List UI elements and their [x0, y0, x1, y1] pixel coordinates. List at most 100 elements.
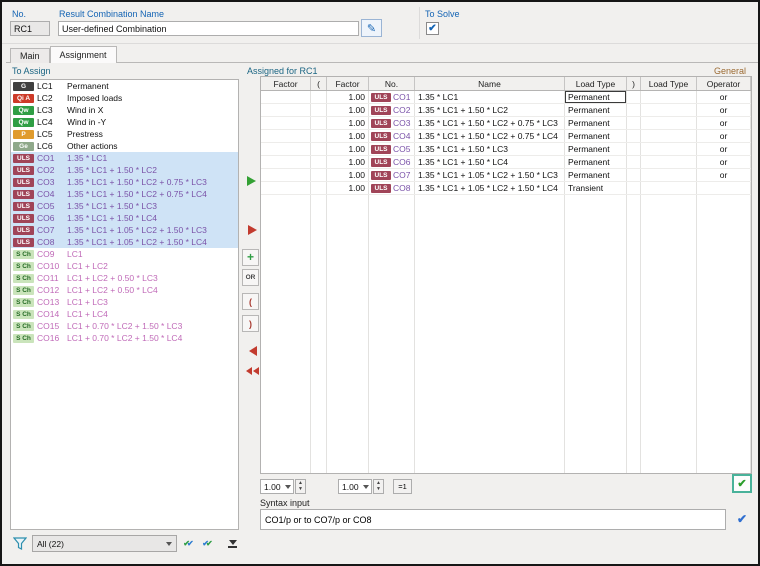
- to-assign-item-co10[interactable]: S ChCO10LC1 + LC2: [11, 260, 238, 272]
- assigned-row-co2[interactable]: 1.00ULSCO21.35 * LC1 + 1.50 * LC2Permane…: [261, 104, 751, 117]
- apply-button[interactable]: ✔: [732, 474, 752, 493]
- name-cell: 1.35 * LC1 + 1.50 * LC4: [415, 156, 565, 168]
- add-button[interactable]: +: [242, 249, 259, 266]
- case-id: CO16: [37, 333, 67, 343]
- load-type-cell[interactable]: Permanent: [565, 143, 627, 155]
- check-all-button[interactable]: ✔✔: [180, 536, 197, 552]
- open-paren-button[interactable]: (: [242, 293, 259, 310]
- to-assign-item-lc3[interactable]: QwLC3Wind in X: [11, 104, 238, 116]
- combination-id: CO3: [393, 118, 410, 128]
- assign-right-button[interactable]: [245, 223, 259, 237]
- pencil-icon: ✎: [367, 22, 376, 35]
- open-paren-cell: [311, 117, 327, 129]
- to-assign-item-co11[interactable]: S ChCO11LC1 + LC2 + 0.50 * LC3: [11, 272, 238, 284]
- invert-selection-button[interactable]: ✔✔: [199, 536, 216, 552]
- factor-right-spinner[interactable]: 1.00: [338, 479, 372, 494]
- to-assign-item-lc1[interactable]: GLC1Permanent: [11, 80, 238, 92]
- to-assign-item-co4[interactable]: ULSCO41.35 * LC1 + 1.50 * LC2 + 0.75 * L…: [11, 188, 238, 200]
- load-type-cell[interactable]: Permanent: [565, 104, 627, 116]
- remove-button[interactable]: [247, 345, 259, 357]
- assigned-row-co3[interactable]: 1.00ULSCO31.35 * LC1 + 1.50 * LC2 + 0.75…: [261, 117, 751, 130]
- case-id: CO7: [37, 225, 67, 235]
- case-id: CO4: [37, 189, 67, 199]
- to-assign-item-co7[interactable]: ULSCO71.35 * LC1 + 1.05 * LC2 + 1.50 * L…: [11, 224, 238, 236]
- operator-cell: or: [697, 169, 751, 181]
- open-paren-cell: [311, 104, 327, 116]
- combination-id: CO8: [393, 183, 410, 193]
- or-label: OR: [246, 274, 256, 281]
- category-badge-sch: S Ch: [13, 334, 34, 343]
- to-assign-title: To Assign: [12, 66, 51, 76]
- to-assign-item-co16[interactable]: S ChCO16LC1 + 0.70 * LC2 + 1.50 * LC4: [11, 332, 238, 344]
- green-arrow-right-icon: [247, 176, 256, 186]
- to-assign-item-co14[interactable]: S ChCO14LC1 + LC4: [11, 308, 238, 320]
- table-filler-cell: [565, 195, 627, 473]
- to-solve-checkbox[interactable]: ✔: [426, 22, 439, 35]
- open-paren-cell: [311, 130, 327, 142]
- scroll-to-bottom-button[interactable]: [224, 536, 241, 552]
- to-assign-item-co5[interactable]: ULSCO51.35 * LC1 + 1.50 * LC3: [11, 200, 238, 212]
- assigned-row-co1[interactable]: 1.00ULSCO11.35 * LC1Permanentor: [261, 91, 751, 104]
- case-id: CO14: [37, 309, 67, 319]
- remove-all-button[interactable]: [243, 365, 261, 377]
- to-assign-item-co12[interactable]: S ChCO12LC1 + LC2 + 0.50 * LC4: [11, 284, 238, 296]
- to-assign-item-co1[interactable]: ULSCO11.35 * LC1: [11, 152, 238, 164]
- assigned-row-co7[interactable]: 1.00ULSCO71.35 * LC1 + 1.05 * LC2 + 1.50…: [261, 169, 751, 182]
- close-paren-button[interactable]: ): [242, 315, 259, 332]
- factor-left-stepper[interactable]: ▲▼: [295, 479, 306, 494]
- sum-equals-one-button[interactable]: =1: [393, 479, 412, 494]
- load-type-cell[interactable]: Permanent: [565, 91, 627, 103]
- tab-main[interactable]: Main: [10, 48, 50, 63]
- or-operator-button[interactable]: OR: [242, 269, 259, 286]
- factor-cell: 1.00: [327, 91, 369, 103]
- load-type-cell[interactable]: Permanent: [565, 117, 627, 129]
- table-filler: [261, 195, 751, 473]
- load-type-cell[interactable]: Permanent: [565, 156, 627, 168]
- factor-left-spinner[interactable]: 1.00: [260, 479, 294, 494]
- to-assign-item-co2[interactable]: ULSCO21.35 * LC1 + 1.50 * LC2: [11, 164, 238, 176]
- assigned-row-co5[interactable]: 1.00ULSCO51.35 * LC1 + 1.50 * LC3Permane…: [261, 143, 751, 156]
- load-type-cell[interactable]: Permanent: [565, 130, 627, 142]
- outer-factor-cell: [261, 91, 311, 103]
- assigned-row-co4[interactable]: 1.00ULSCO41.35 * LC1 + 1.50 * LC2 + 0.75…: [261, 130, 751, 143]
- operator-cell: or: [697, 143, 751, 155]
- outer-factor-cell: [261, 130, 311, 142]
- to-assign-item-co6[interactable]: ULSCO61.35 * LC1 + 1.50 * LC4: [11, 212, 238, 224]
- edit-name-button[interactable]: ✎: [361, 19, 382, 37]
- topbar-divider: [2, 43, 758, 44]
- syntax-input[interactable]: [260, 509, 726, 530]
- to-assign-item-co15[interactable]: S ChCO15LC1 + 0.70 * LC2 + 1.50 * LC3: [11, 320, 238, 332]
- to-assign-item-co9[interactable]: S ChCO9LC1: [11, 248, 238, 260]
- category-badge-uls: ULS: [371, 184, 391, 193]
- load-type-cell[interactable]: Transient: [565, 182, 627, 194]
- tab-assignment[interactable]: Assignment: [50, 46, 117, 63]
- case-id: CO1: [37, 153, 67, 163]
- to-assign-item-co13[interactable]: S ChCO13LC1 + LC3: [11, 296, 238, 308]
- case-description: LC1 + LC4: [67, 309, 238, 319]
- to-assign-item-co3[interactable]: ULSCO31.35 * LC1 + 1.50 * LC2 + 0.75 * L…: [11, 176, 238, 188]
- to-assign-item-co8[interactable]: ULSCO81.35 * LC1 + 1.05 * LC2 + 1.50 * L…: [11, 236, 238, 248]
- category-badge-uls: ULS: [13, 190, 34, 199]
- assigned-row-co8[interactable]: 1.00ULSCO81.35 * LC1 + 1.05 * LC2 + 1.50…: [261, 182, 751, 195]
- check-icon: ✔: [428, 24, 436, 34]
- category-badge-sch: S Ch: [13, 250, 34, 259]
- filter-button[interactable]: [10, 535, 30, 552]
- to-assign-item-lc4[interactable]: QwLC4Wind in -Y: [11, 116, 238, 128]
- factor-right-stepper[interactable]: ▲▼: [373, 479, 384, 494]
- assigned-table: Factor(FactorNo.NameLoad Type)Load TypeO…: [260, 76, 752, 474]
- table-filler-cell: [311, 195, 327, 473]
- to-assign-item-lc6[interactable]: GeLC6Other actions: [11, 140, 238, 152]
- load-type-cell[interactable]: Permanent: [565, 169, 627, 181]
- filter-dropdown[interactable]: All (22): [32, 535, 177, 552]
- syntax-confirm-button[interactable]: ✔: [732, 510, 752, 528]
- case-description: 1.35 * LC1 + 1.50 * LC2: [67, 165, 238, 175]
- sum-equals-one-label: =1: [398, 482, 407, 491]
- to-assign-item-lc5[interactable]: PLC5Prestress: [11, 128, 238, 140]
- name-cell: 1.35 * LC1 + 1.50 * LC2 + 0.75 * LC3: [415, 117, 565, 129]
- assigned-row-co6[interactable]: 1.00ULSCO61.35 * LC1 + 1.50 * LC4Permane…: [261, 156, 751, 169]
- chevron-down-icon: [166, 542, 172, 546]
- no-input[interactable]: [10, 21, 50, 36]
- name-input[interactable]: [58, 21, 359, 36]
- case-description: 1.35 * LC1 + 1.50 * LC3: [67, 201, 238, 211]
- to-assign-item-lc2[interactable]: Qi ALC2Imposed loads: [11, 92, 238, 104]
